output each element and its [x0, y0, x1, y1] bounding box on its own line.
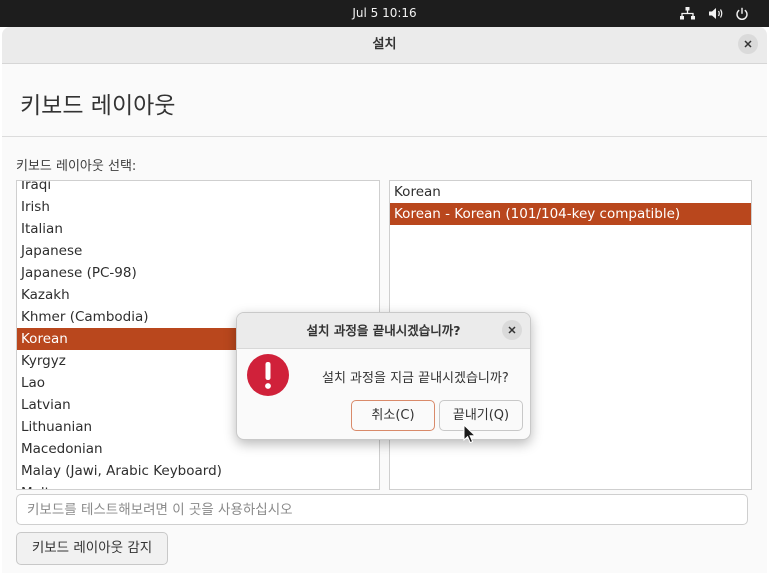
list-item[interactable]: Korean — [390, 181, 751, 203]
installer-window: 설치 키보드 레이아웃 키보드 레이아웃 선택: Iraqi Irish Itali… — [2, 27, 767, 573]
page-title: 키보드 레이아웃 — [20, 93, 176, 119]
volume-icon[interactable] — [705, 0, 727, 27]
list-item[interactable]: Maltese — [17, 482, 379, 489]
list-item[interactable]: Japanese (PC-98) — [17, 262, 379, 284]
list-item[interactable]: Korean - Korean (101/104-key compatible) — [390, 203, 751, 225]
list-item[interactable]: Macedonian — [17, 438, 379, 460]
list-item[interactable]: Malay (Jawi, Arabic Keyboard) — [17, 460, 379, 482]
power-icon[interactable] — [732, 0, 752, 27]
detect-layout-button[interactable]: 키보드 레이아웃 감지 — [16, 532, 168, 565]
list-item[interactable]: Kazakh — [17, 284, 379, 306]
window-title: 설치 — [372, 37, 397, 52]
top-panel: Jul 5 10:16 — [0, 0, 769, 27]
dialog-title: 설치 과정을 끝내시겠습니까? — [306, 323, 461, 338]
list-item[interactable]: Japanese — [17, 240, 379, 262]
quit-button[interactable]: 끝내기(Q) — [439, 400, 523, 431]
close-icon — [744, 40, 752, 48]
close-icon — [508, 326, 516, 334]
dialog-header: 설치 과정을 끝내시겠습니까? — [237, 313, 530, 349]
mouse-cursor-icon — [463, 424, 477, 444]
list-item[interactable]: Iraqi — [17, 181, 379, 196]
cancel-button[interactable]: 취소(C) — [351, 400, 435, 431]
list-item[interactable]: Italian — [17, 218, 379, 240]
quit-dialog: 설치 과정을 끝내시겠습니까? 설치 과정을 지금 끝내시겠습니까? 취소(C)… — [236, 312, 531, 440]
keyboard-test-input[interactable] — [17, 495, 747, 524]
layout-list-label: 키보드 레이아웃 선택: — [16, 159, 137, 174]
error-icon — [247, 354, 289, 396]
clock[interactable]: Jul 5 10:16 — [0, 0, 769, 27]
page-header: 키보드 레이아웃 — [2, 64, 767, 137]
network-icon[interactable] — [676, 0, 698, 27]
window-close-button[interactable] — [738, 34, 758, 54]
list-item[interactable]: Irish — [17, 196, 379, 218]
dialog-message: 설치 과정을 지금 끝내시겠습니까? — [322, 371, 509, 386]
keyboard-test-field[interactable] — [16, 494, 748, 525]
dialog-close-button[interactable] — [502, 320, 522, 340]
window-titlebar: 설치 — [2, 27, 767, 64]
